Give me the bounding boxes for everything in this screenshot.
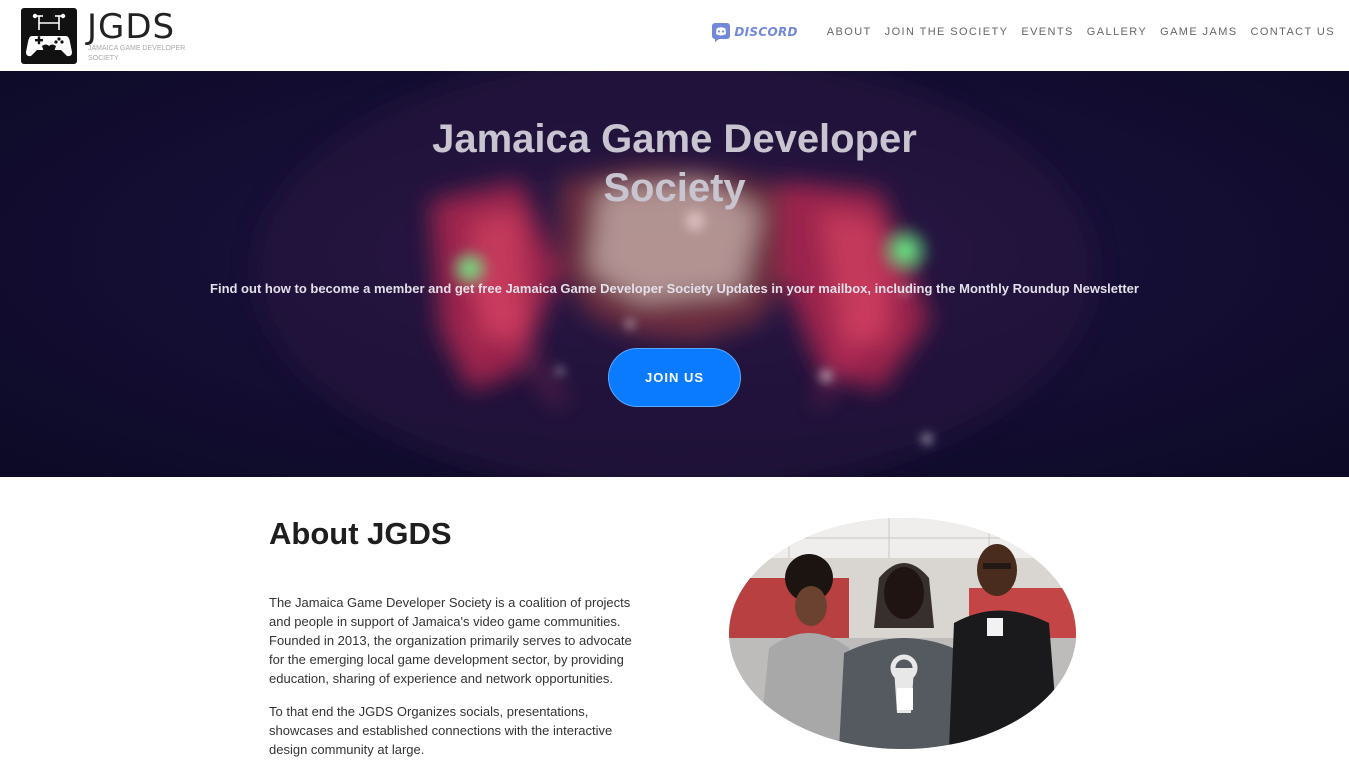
hero-subtitle: Find out how to become a member and get … [210,281,1139,296]
nav-contact-us[interactable]: CONTACT US [1251,26,1336,38]
hero-title-line2: Society [603,166,746,210]
nav-join-the-society[interactable]: JOIN THE SOCIETY [885,26,1009,38]
nav-game-jams[interactable]: GAME JAMS [1160,26,1237,38]
discord-icon [712,23,731,42]
site-logo[interactable]: JGDS Jamaica Game Developer Society [20,6,200,66]
about-title: About JGDS [269,516,452,551]
hero-title-line1: Jamaica Game Developer [432,117,917,161]
nav-events[interactable]: EVENTS [1021,26,1073,38]
hero-banner: Jamaica Game Developer Society Find out … [0,71,1349,477]
join-us-button[interactable]: JOIN US [608,348,741,407]
logo-wordmark: JGDS [87,7,176,47]
about-group-photo [729,518,1076,749]
logo-subtitle: Jamaica Game Developer Society [88,45,186,62]
hero-title: Jamaica Game Developer Society [0,115,1349,213]
site-header: JGDS Jamaica Game Developer Society DISC… [0,0,1349,71]
gamepad-logo-icon [21,8,77,64]
nav-gallery[interactable]: GALLERY [1087,26,1147,38]
main-nav: DISCORD ABOUT JOIN THE SOCIETY EVENTS GA… [711,21,1335,43]
discord-link[interactable]: DISCORD [711,22,797,42]
about-paragraph-2: To that end the JGDS Organizes socials, … [269,704,613,757]
discord-label: DISCORD [734,25,798,39]
nav-about[interactable]: ABOUT [827,26,872,38]
about-paragraph-1: The Jamaica Game Developer Society is a … [269,595,632,686]
